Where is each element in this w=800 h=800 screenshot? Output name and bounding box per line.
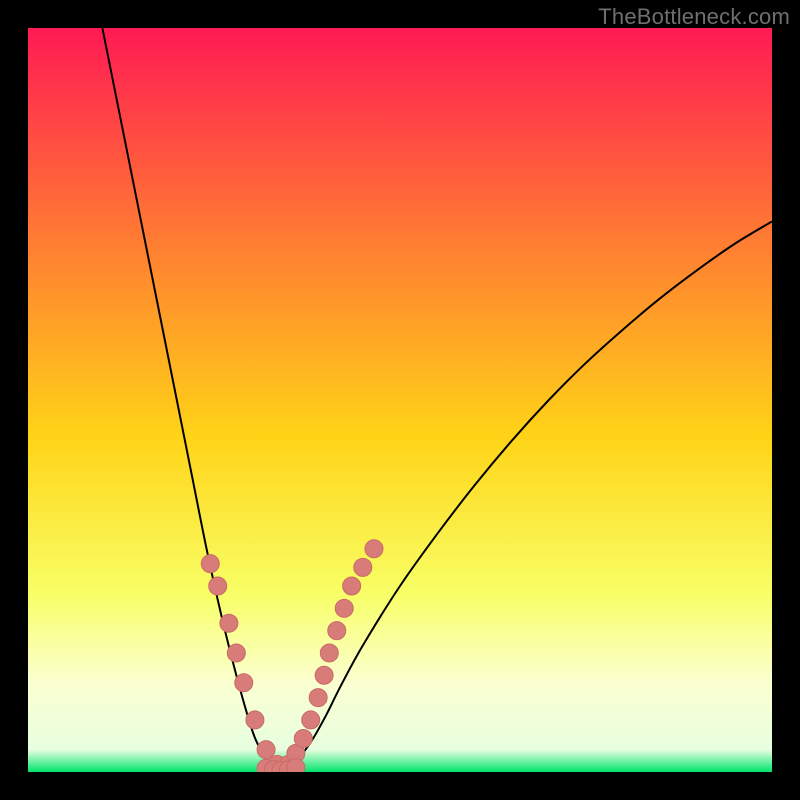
data-marker <box>302 711 320 729</box>
data-marker <box>343 577 361 595</box>
data-marker <box>335 599 353 617</box>
data-marker <box>320 644 338 662</box>
data-marker <box>294 730 312 748</box>
chart-frame: TheBottleneck.com <box>0 0 800 800</box>
data-marker <box>365 540 383 558</box>
data-marker <box>227 644 245 662</box>
data-marker <box>209 577 227 595</box>
data-marker <box>201 555 219 573</box>
data-marker <box>328 622 346 640</box>
plot-area <box>28 28 772 772</box>
data-marker <box>287 759 305 772</box>
data-marker <box>220 614 238 632</box>
data-marker <box>235 674 253 692</box>
chart-svg <box>28 28 772 772</box>
data-marker <box>257 741 275 759</box>
data-marker <box>309 689 327 707</box>
gradient-background <box>28 28 772 772</box>
watermark-text: TheBottleneck.com <box>598 4 790 30</box>
data-marker <box>246 711 264 729</box>
data-marker <box>315 666 333 684</box>
data-marker <box>354 558 372 576</box>
